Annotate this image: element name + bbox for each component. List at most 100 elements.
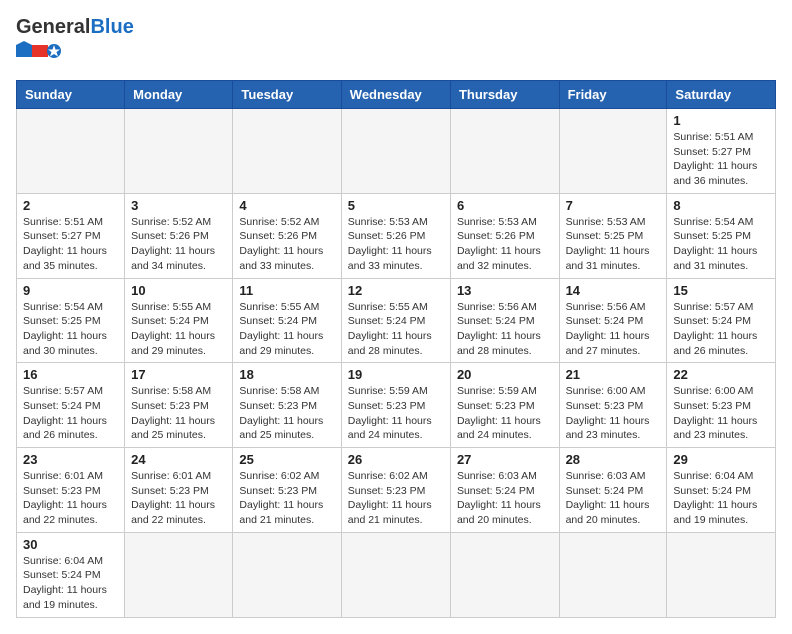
day-info: Sunrise: 5:54 AM Sunset: 5:25 PM Dayligh… — [673, 215, 769, 274]
header: GeneralBlue — [16, 16, 776, 68]
day-number: 1 — [673, 113, 769, 128]
day-info: Sunrise: 5:58 AM Sunset: 5:23 PM Dayligh… — [239, 384, 334, 443]
calendar-cell — [233, 532, 341, 617]
calendar-cell: 12Sunrise: 5:55 AM Sunset: 5:24 PM Dayli… — [341, 278, 450, 363]
calendar-cell: 29 Sunrise: 6:04 AM Sunset: 5:24 PM Dayli… — [667, 448, 776, 533]
calendar-week-row: 2 Sunrise: 5:51 AM Sunset: 5:27 PM Daylig… — [17, 193, 776, 278]
calendar-cell: 24 Sunrise: 6:01 AM Sunset: 5:23 PM Dayli… — [125, 448, 233, 533]
day-number: 16 — [23, 367, 118, 382]
day-info: Sunrise: 5:53 AM Sunset: 5:26 PM Dayligh… — [457, 215, 553, 274]
day-number: 29 — [673, 452, 769, 467]
day-number: 28 — [566, 452, 661, 467]
calendar-week-row: 9 Sunrise: 5:54 AM Sunset: 5:25 PM Daylig… — [17, 278, 776, 363]
weekday-header-monday: Monday — [125, 81, 233, 109]
day-number: 11 — [239, 283, 334, 298]
day-number: 17 — [131, 367, 226, 382]
calendar-cell: 13 Sunrise: 5:56 AM Sunset: 5:24 PM Dayli… — [450, 278, 559, 363]
weekday-header-saturday: Saturday — [667, 81, 776, 109]
day-number: 23 — [23, 452, 118, 467]
day-info: Sunrise: 6:04 AM Sunset: 5:24 PM Dayligh… — [673, 469, 769, 528]
day-number: 12 — [348, 283, 444, 298]
calendar-cell: 7Sunrise: 5:53 AM Sunset: 5:25 PM Daylig… — [559, 193, 667, 278]
day-info: Sunrise: 5:53 AM Sunset: 5:26 PM Dayligh… — [348, 215, 444, 274]
generalblue-icon — [16, 41, 66, 63]
calendar-cell — [125, 532, 233, 617]
day-number: 26 — [348, 452, 444, 467]
calendar-cell — [450, 109, 559, 194]
calendar-cell: 3 Sunrise: 5:52 AM Sunset: 5:26 PM Daylig… — [125, 193, 233, 278]
calendar-cell: 8Sunrise: 5:54 AM Sunset: 5:25 PM Daylig… — [667, 193, 776, 278]
calendar-cell: 1 Sunrise: 5:51 AM Sunset: 5:27 PM Daylig… — [667, 109, 776, 194]
calendar-header: SundayMondayTuesdayWednesdayThursdayFrid… — [17, 81, 776, 109]
day-info: Sunrise: 6:00 AM Sunset: 5:23 PM Dayligh… — [673, 384, 769, 443]
weekday-header-thursday: Thursday — [450, 81, 559, 109]
day-number: 14 — [566, 283, 661, 298]
day-info: Sunrise: 5:51 AM Sunset: 5:27 PM Dayligh… — [673, 130, 769, 189]
calendar-cell: 6 Sunrise: 5:53 AM Sunset: 5:26 PM Daylig… — [450, 193, 559, 278]
day-info: Sunrise: 6:01 AM Sunset: 5:23 PM Dayligh… — [23, 469, 118, 528]
logo-text: GeneralBlue — [16, 16, 134, 39]
day-info: Sunrise: 6:00 AM Sunset: 5:23 PM Dayligh… — [566, 384, 661, 443]
logo: GeneralBlue — [16, 16, 134, 68]
calendar-cell: 11 Sunrise: 5:55 AM Sunset: 5:24 PM Dayli… — [233, 278, 341, 363]
calendar-cell: 18Sunrise: 5:58 AM Sunset: 5:23 PM Dayli… — [233, 363, 341, 448]
calendar-cell: 19Sunrise: 5:59 AM Sunset: 5:23 PM Dayli… — [341, 363, 450, 448]
day-number: 27 — [457, 452, 553, 467]
logo-area: GeneralBlue — [16, 16, 134, 68]
day-number: 19 — [348, 367, 444, 382]
calendar-cell: 25Sunrise: 6:02 AM Sunset: 5:23 PM Dayli… — [233, 448, 341, 533]
logo-blue: Blue — [90, 16, 133, 38]
day-info: Sunrise: 5:55 AM Sunset: 5:24 PM Dayligh… — [131, 300, 226, 359]
calendar-cell — [450, 532, 559, 617]
day-number: 22 — [673, 367, 769, 382]
day-number: 10 — [131, 283, 226, 298]
calendar-week-row: 16 Sunrise: 5:57 AM Sunset: 5:24 PM Dayli… — [17, 363, 776, 448]
day-info: Sunrise: 5:54 AM Sunset: 5:25 PM Dayligh… — [23, 300, 118, 359]
day-number: 9 — [23, 283, 118, 298]
calendar-table: SundayMondayTuesdayWednesdayThursdayFrid… — [16, 80, 776, 618]
day-number: 21 — [566, 367, 661, 382]
day-info: Sunrise: 5:52 AM Sunset: 5:26 PM Dayligh… — [239, 215, 334, 274]
weekday-header-friday: Friday — [559, 81, 667, 109]
day-number: 4 — [239, 198, 334, 213]
calendar-cell: 26Sunrise: 6:02 AM Sunset: 5:23 PM Dayli… — [341, 448, 450, 533]
calendar-week-row: 1 Sunrise: 5:51 AM Sunset: 5:27 PM Daylig… — [17, 109, 776, 194]
calendar-cell: 20Sunrise: 5:59 AM Sunset: 5:23 PM Dayli… — [450, 363, 559, 448]
logo-icon-area — [16, 41, 134, 68]
day-number: 20 — [457, 367, 553, 382]
day-info: Sunrise: 5:56 AM Sunset: 5:24 PM Dayligh… — [566, 300, 661, 359]
calendar-week-row: 23 Sunrise: 6:01 AM Sunset: 5:23 PM Dayli… — [17, 448, 776, 533]
calendar-cell: 14 Sunrise: 5:56 AM Sunset: 5:24 PM Dayli… — [559, 278, 667, 363]
calendar-cell — [125, 109, 233, 194]
calendar-cell: 15Sunrise: 5:57 AM Sunset: 5:24 PM Dayli… — [667, 278, 776, 363]
day-number: 6 — [457, 198, 553, 213]
day-info: Sunrise: 6:01 AM Sunset: 5:23 PM Dayligh… — [131, 469, 226, 528]
calendar-cell: 2 Sunrise: 5:51 AM Sunset: 5:27 PM Daylig… — [17, 193, 125, 278]
calendar-cell — [341, 109, 450, 194]
calendar-cell: 4 Sunrise: 5:52 AM Sunset: 5:26 PM Daylig… — [233, 193, 341, 278]
day-info: Sunrise: 5:57 AM Sunset: 5:24 PM Dayligh… — [23, 384, 118, 443]
day-number: 3 — [131, 198, 226, 213]
day-info: Sunrise: 5:55 AM Sunset: 5:24 PM Dayligh… — [239, 300, 334, 359]
weekday-header-wednesday: Wednesday — [341, 81, 450, 109]
calendar-cell — [233, 109, 341, 194]
day-number: 2 — [23, 198, 118, 213]
calendar-cell: 9 Sunrise: 5:54 AM Sunset: 5:25 PM Daylig… — [17, 278, 125, 363]
day-number: 25 — [239, 452, 334, 467]
day-info: Sunrise: 5:51 AM Sunset: 5:27 PM Dayligh… — [23, 215, 118, 274]
day-number: 5 — [348, 198, 444, 213]
day-number: 13 — [457, 283, 553, 298]
calendar-cell: 5 Sunrise: 5:53 AM Sunset: 5:26 PM Daylig… — [341, 193, 450, 278]
calendar-cell: 28Sunrise: 6:03 AM Sunset: 5:24 PM Dayli… — [559, 448, 667, 533]
calendar-cell: 30Sunrise: 6:04 AM Sunset: 5:24 PM Dayli… — [17, 532, 125, 617]
calendar-cell — [559, 532, 667, 617]
day-info: Sunrise: 5:56 AM Sunset: 5:24 PM Dayligh… — [457, 300, 553, 359]
day-number: 24 — [131, 452, 226, 467]
calendar-body: 1 Sunrise: 5:51 AM Sunset: 5:27 PM Daylig… — [17, 109, 776, 618]
day-info: Sunrise: 6:04 AM Sunset: 5:24 PM Dayligh… — [23, 554, 118, 613]
day-info: Sunrise: 5:52 AM Sunset: 5:26 PM Dayligh… — [131, 215, 226, 274]
calendar-cell — [341, 532, 450, 617]
calendar-cell — [667, 532, 776, 617]
calendar-cell: 10 Sunrise: 5:55 AM Sunset: 5:24 PM Dayli… — [125, 278, 233, 363]
day-info: Sunrise: 5:58 AM Sunset: 5:23 PM Dayligh… — [131, 384, 226, 443]
